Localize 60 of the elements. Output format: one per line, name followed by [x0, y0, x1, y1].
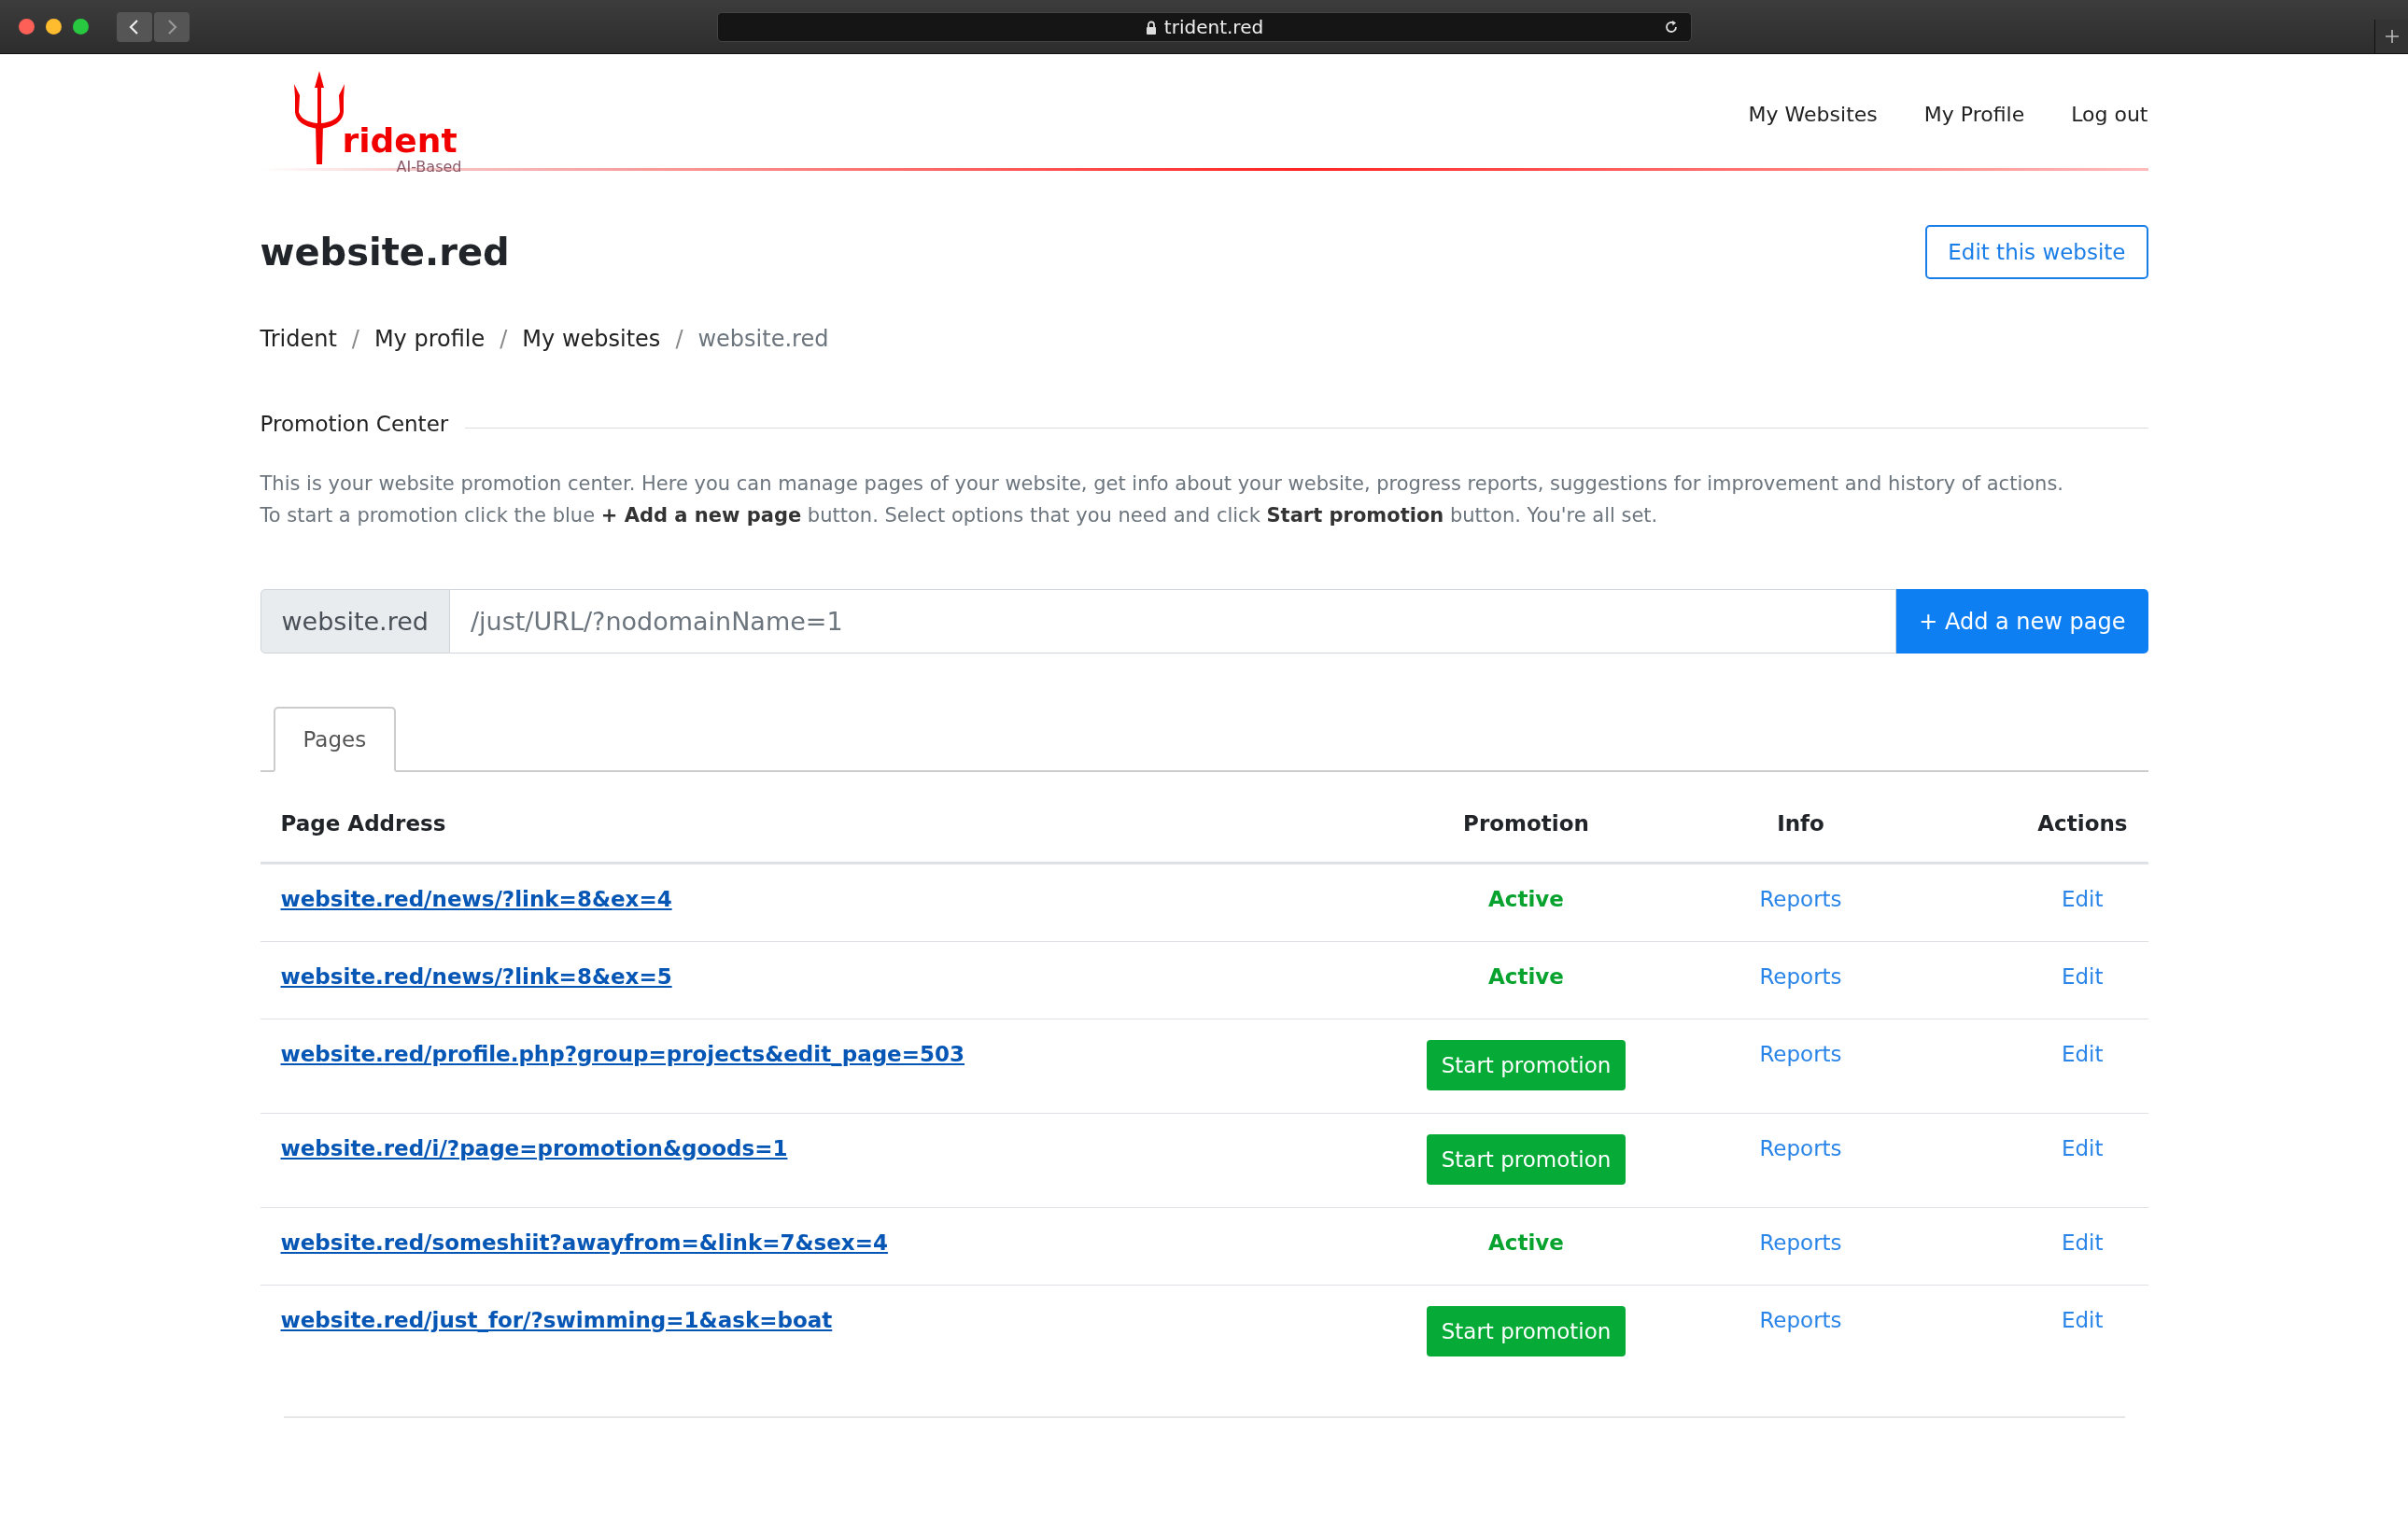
page-address-link[interactable]: website.red/profile.php?group=projects&edit_page=503 [280, 1042, 965, 1066]
logo-tagline: AI-Based [396, 159, 462, 176]
edit-link[interactable]: Edit [2061, 964, 2104, 989]
page-address-link[interactable]: website.red/i/?page=promotion&goods=1 [280, 1136, 788, 1160]
logo-wordmark: rident [342, 123, 458, 159]
reports-link[interactable]: Reports [1759, 1136, 1842, 1160]
breadcrumb-link[interactable]: My profile [373, 326, 486, 352]
page-address-link[interactable]: website.red/news/?link=8&ex=5 [280, 964, 672, 989]
reports-link[interactable]: Reports [1759, 1308, 1842, 1332]
reports-link[interactable]: Reports [1759, 1230, 1842, 1255]
column-header: Actions [1933, 791, 2148, 864]
nav-link[interactable]: My Websites [1748, 103, 1878, 126]
nav-link[interactable]: My Profile [1923, 103, 2025, 126]
new-tab-button[interactable] [2374, 20, 2408, 53]
address-bar[interactable]: trident.red [717, 12, 1692, 42]
plus-icon [2383, 28, 2401, 45]
domain-prefix: website.red [260, 589, 450, 654]
start-promotion-button[interactable]: Start promotion [1426, 1040, 1626, 1090]
edit-link[interactable]: Edit [2061, 1042, 2104, 1066]
page-address-link[interactable]: website.red/just_for/?swimming=1&ask=boat [280, 1308, 833, 1332]
breadcrumb-link[interactable]: My websites [522, 326, 661, 352]
promotion-status: Active [1488, 1230, 1564, 1255]
page-address-link[interactable]: website.red/someshiit?awayfrom=&link=7&sex=4 [280, 1230, 888, 1255]
pages-tab[interactable]: Pages [273, 707, 397, 772]
reports-link[interactable]: Reports [1759, 964, 1842, 989]
maximize-window-icon[interactable] [73, 19, 89, 35]
start-promotion-button[interactable]: Start promotion [1426, 1134, 1626, 1185]
edit-link[interactable]: Edit [2061, 887, 2104, 911]
breadcrumb-separator: / [500, 326, 508, 352]
column-header: Info [1668, 791, 1934, 864]
reload-icon[interactable] [1663, 19, 1680, 35]
description-text: To start a promotion click the blue + Add a new page button. Select options that you need and click Start promotion button. You're all set. [260, 503, 1659, 528]
address-text: trident.red [1163, 16, 1264, 38]
add-page-button[interactable]: + Add a new page [1896, 589, 2148, 654]
url-input-field[interactable]: /just/URL/?nodomainName=1 [449, 589, 1897, 654]
promotion-status: Active [1488, 964, 1564, 989]
page-title: website.red [260, 231, 510, 274]
forward-button[interactable] [154, 11, 190, 42]
column-header: Promotion [1384, 791, 1669, 864]
edit-website-button[interactable]: Edit this website [1925, 225, 2148, 279]
breadcrumb-separator: / [675, 326, 683, 352]
lock-icon [1145, 20, 1157, 35]
edit-link[interactable]: Edit [2061, 1308, 2104, 1332]
column-header: Page Address [260, 791, 1385, 864]
section-title: Promotion Center [260, 412, 449, 436]
breadcrumb-current-page: website.red [697, 326, 829, 352]
edit-link[interactable]: Edit [2061, 1136, 2104, 1160]
back-button[interactable] [117, 11, 152, 42]
start-promotion-button[interactable]: Start promotion [1426, 1306, 1626, 1356]
close-window-icon[interactable] [19, 19, 35, 35]
breadcrumb-link[interactable]: Trident [260, 326, 337, 352]
breadcrumb-separator: / [351, 326, 359, 352]
edit-link[interactable]: Edit [2061, 1230, 2104, 1255]
minimize-window-icon[interactable] [46, 19, 62, 35]
page-address-link[interactable]: website.red/news/?link=8&ex=4 [280, 887, 672, 911]
reports-link[interactable]: Reports [1759, 887, 1842, 911]
nav-link[interactable]: Log out [2071, 103, 2148, 126]
reports-link[interactable]: Reports [1759, 1042, 1842, 1066]
description-text: This is your website promotion center. Here you can manage pages of your website, get info about your website, progress reports, suggestions for improvement and history of actions. [260, 471, 2064, 497]
promotion-status: Active [1488, 887, 1564, 911]
